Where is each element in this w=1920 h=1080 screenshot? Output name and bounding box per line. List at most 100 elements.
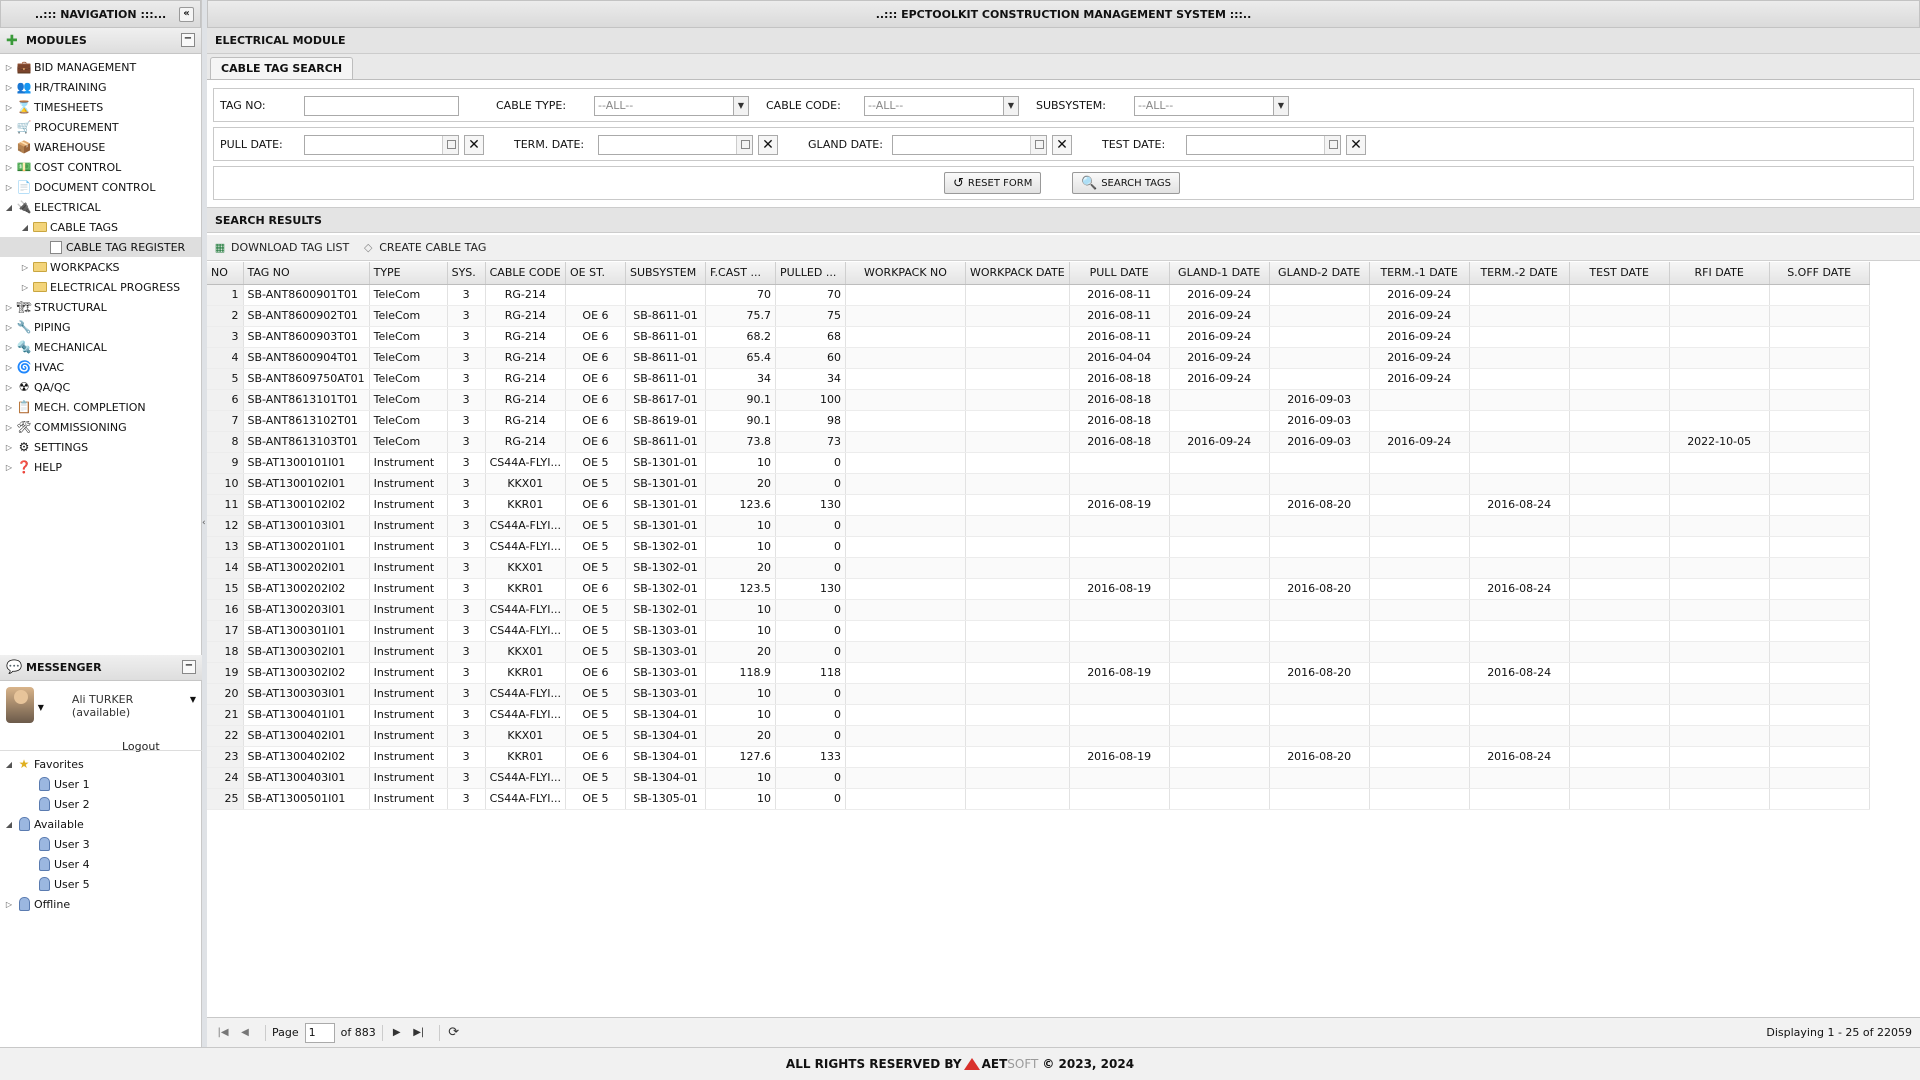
sidebar-item-structural[interactable]: ▷ 🏗 STRUCTURAL [0, 297, 201, 317]
chevron-down-icon[interactable]: ▼ [1273, 97, 1288, 115]
pull-date-input[interactable] [304, 135, 459, 155]
table-row[interactable]: 4 SB-ANT8600904T01 TeleCom 3 RG-214 OE 6 SB-86… [207, 347, 1870, 369]
sidebar-item-cost-control[interactable]: ▷ 💵 COST CONTROL [0, 157, 201, 177]
calendar-icon[interactable] [736, 136, 752, 154]
sidebar-item-hvac[interactable]: ▷ 🌀 HVAC [0, 357, 201, 377]
column-header[interactable]: PULLED ... [775, 262, 846, 285]
sidebar-item-electrical[interactable]: ◢ 🔌 ELECTRICAL [0, 197, 201, 217]
term-date-input[interactable] [598, 135, 753, 155]
table-row[interactable]: 11 SB-AT1300102I02 Instrument 3 KKR01 OE 6 SB-… [207, 494, 1870, 516]
contact-item-user-3[interactable]: User 3 [0, 834, 202, 854]
cable-code-select[interactable]: --ALL-- ▼ [864, 96, 1019, 116]
prev-page-icon[interactable]: ◀ [237, 1027, 253, 1038]
collapsed-arrow-icon[interactable]: ▷ [4, 103, 14, 112]
cable-type-select[interactable]: --ALL-- ▼ [594, 96, 749, 116]
column-header[interactable]: SYS. [447, 262, 486, 285]
table-row[interactable]: 25 SB-AT1300501I01 Instrument 3 CS44A-FLYI..… [207, 788, 1870, 810]
tag-no-input[interactable] [304, 96, 459, 116]
avatar-menu-icon[interactable]: ▼ [38, 703, 44, 712]
search-tags-button[interactable]: 🔍 SEARCH TAGS [1072, 172, 1180, 194]
chevron-down-icon[interactable]: ▼ [733, 97, 748, 115]
collapsed-arrow-icon[interactable]: ▷ [4, 123, 14, 132]
contact-item-user-1[interactable]: User 1 [0, 774, 202, 794]
test-date-input[interactable] [1186, 135, 1341, 155]
table-row[interactable]: 16 SB-AT1300203I01 Instrument 3 CS44A-FLYI..… [207, 599, 1870, 621]
last-page-icon[interactable]: ▶| [411, 1027, 427, 1038]
contact-item-user-5[interactable]: User 5 [0, 874, 202, 894]
calendar-icon[interactable] [1324, 136, 1340, 154]
collapse-arrow-icon[interactable]: ‹ [202, 518, 206, 528]
collapsed-arrow-icon[interactable]: ▷ [4, 423, 14, 432]
gland-date-input[interactable] [892, 135, 1047, 155]
column-header[interactable]: GLAND-2 DATE [1269, 262, 1370, 285]
sidebar-item-qa-qc[interactable]: ▷ ☢ QA/QC [0, 377, 201, 397]
minimize-icon[interactable]: − [182, 660, 196, 674]
column-header[interactable]: TERM.-2 DATE [1469, 262, 1570, 285]
table-row[interactable]: 24 SB-AT1300403I01 Instrument 3 CS44A-FLYI..… [207, 767, 1870, 789]
chevron-down-icon[interactable]: ▼ [1003, 97, 1018, 115]
table-row[interactable]: 22 SB-AT1300402I01 Instrument 3 KKX01 OE 5 SB-… [207, 725, 1870, 747]
expanded-arrow-icon[interactable]: ◢ [4, 203, 14, 212]
table-row[interactable]: 1 SB-ANT8600901T01 TeleCom 3 RG-214 70 70 2016-… [207, 284, 1870, 306]
column-header[interactable]: WORKPACK DATE [965, 262, 1070, 285]
first-page-icon[interactable]: |◀ [215, 1027, 231, 1038]
sidebar-item-warehouse[interactable]: ▷ 📦 WAREHOUSE [0, 137, 201, 157]
sidebar-item-cable-tags[interactable]: ◢ CABLE TAGS [0, 217, 201, 237]
sidebar-item-settings[interactable]: ▷ ⚙ SETTINGS [0, 437, 201, 457]
column-header[interactable]: OE ST. [565, 262, 626, 285]
column-header[interactable]: GLAND-1 DATE [1169, 262, 1270, 285]
refresh-icon[interactable]: ⟳ [446, 1025, 462, 1040]
sidebar-item-electrical-progress[interactable]: ▷ ELECTRICAL PROGRESS [0, 277, 201, 297]
sidebar-item-mechanical[interactable]: ▷ 🔩 MECHANICAL [0, 337, 201, 357]
download-tag-list-button[interactable]: ▦ DOWNLOAD TAG LIST [213, 241, 349, 255]
sidebar-item-timesheets[interactable]: ▷ ⌛ TIMESHEETS [0, 97, 201, 117]
collapsed-arrow-icon[interactable]: ▷ [20, 263, 30, 272]
collapsed-arrow-icon[interactable]: ▷ [4, 303, 14, 312]
reset-form-button[interactable]: ↺ RESET FORM [944, 172, 1042, 194]
sidebar-item-cable-tag-register[interactable]: CABLE TAG REGISTER [0, 237, 201, 257]
collapsed-arrow-icon[interactable]: ▷ [4, 323, 14, 332]
sidebar-item-piping[interactable]: ▷ 🔧 PIPING [0, 317, 201, 337]
collapsed-arrow-icon[interactable]: ▷ [4, 343, 14, 352]
column-header[interactable]: TAG NO [243, 262, 370, 285]
clear-pull-date-icon[interactable]: ✕ [464, 135, 484, 155]
subsystem-select[interactable]: --ALL-- ▼ [1134, 96, 1289, 116]
clear-gland-date-icon[interactable]: ✕ [1052, 135, 1072, 155]
expanded-arrow-icon[interactable]: ◢ [4, 760, 14, 769]
collapsed-arrow-icon[interactable]: ▷ [4, 383, 14, 392]
column-header[interactable]: SUBSYSTEM [625, 262, 706, 285]
table-row[interactable]: 8 SB-ANT8613103T01 TeleCom 3 RG-214 OE 6 SB-86… [207, 431, 1870, 453]
column-header[interactable]: S.OFF DATE [1769, 262, 1870, 285]
table-row[interactable]: 14 SB-AT1300202I01 Instrument 3 KKX01 OE 5 SB-… [207, 557, 1870, 579]
table-row[interactable]: 9 SB-AT1300101I01 Instrument 3 CS44A-FLYI...… [207, 452, 1870, 474]
column-header[interactable]: TEST DATE [1569, 262, 1670, 285]
clear-term-date-icon[interactable]: ✕ [758, 135, 778, 155]
table-row[interactable]: 23 SB-AT1300402I02 Instrument 3 KKR01 OE 6 SB-… [207, 746, 1870, 768]
collapsed-arrow-icon[interactable]: ▷ [4, 363, 14, 372]
table-row[interactable]: 10 SB-AT1300102I01 Instrument 3 KKX01 OE 5 SB-… [207, 473, 1870, 495]
sidebar-item-mech-completion[interactable]: ▷ 📋 MECH. COMPLETION [0, 397, 201, 417]
calendar-icon[interactable] [442, 136, 458, 154]
column-header[interactable]: TERM.-1 DATE [1369, 262, 1470, 285]
contact-item-available[interactable]: ◢ Available [0, 814, 202, 834]
column-header[interactable]: WORKPACK NO [845, 262, 966, 285]
collapsed-arrow-icon[interactable]: ▷ [4, 143, 14, 152]
table-row[interactable]: 13 SB-AT1300201I01 Instrument 3 CS44A-FLYI..… [207, 536, 1870, 558]
calendar-icon[interactable] [1030, 136, 1046, 154]
column-header[interactable]: F.CAST ... [705, 262, 776, 285]
expanded-arrow-icon[interactable]: ◢ [4, 820, 14, 829]
table-row[interactable]: 6 SB-ANT8613101T01 TeleCom 3 RG-214 OE 6 SB-86… [207, 389, 1870, 411]
collapsed-arrow-icon[interactable]: ▷ [4, 463, 14, 472]
collapsed-arrow-icon[interactable]: ▷ [4, 163, 14, 172]
sidebar-item-help[interactable]: ▷ ❓ HELP [0, 457, 201, 477]
column-header[interactable]: NO [207, 262, 244, 285]
table-row[interactable]: 18 SB-AT1300302I01 Instrument 3 KKX01 OE 5 SB-… [207, 641, 1870, 663]
collapsed-arrow-icon[interactable]: ▷ [4, 443, 14, 452]
contact-item-offline[interactable]: ▷ Offline [0, 894, 202, 914]
next-page-icon[interactable]: ▶ [389, 1027, 405, 1038]
clear-test-date-icon[interactable]: ✕ [1346, 135, 1366, 155]
sidebar-item-document-control[interactable]: ▷ 📄 DOCUMENT CONTROL [0, 177, 201, 197]
column-header[interactable]: TYPE [369, 262, 448, 285]
table-row[interactable]: 19 SB-AT1300302I02 Instrument 3 KKR01 OE 6 SB-… [207, 662, 1870, 684]
column-header[interactable]: RFI DATE [1669, 262, 1770, 285]
